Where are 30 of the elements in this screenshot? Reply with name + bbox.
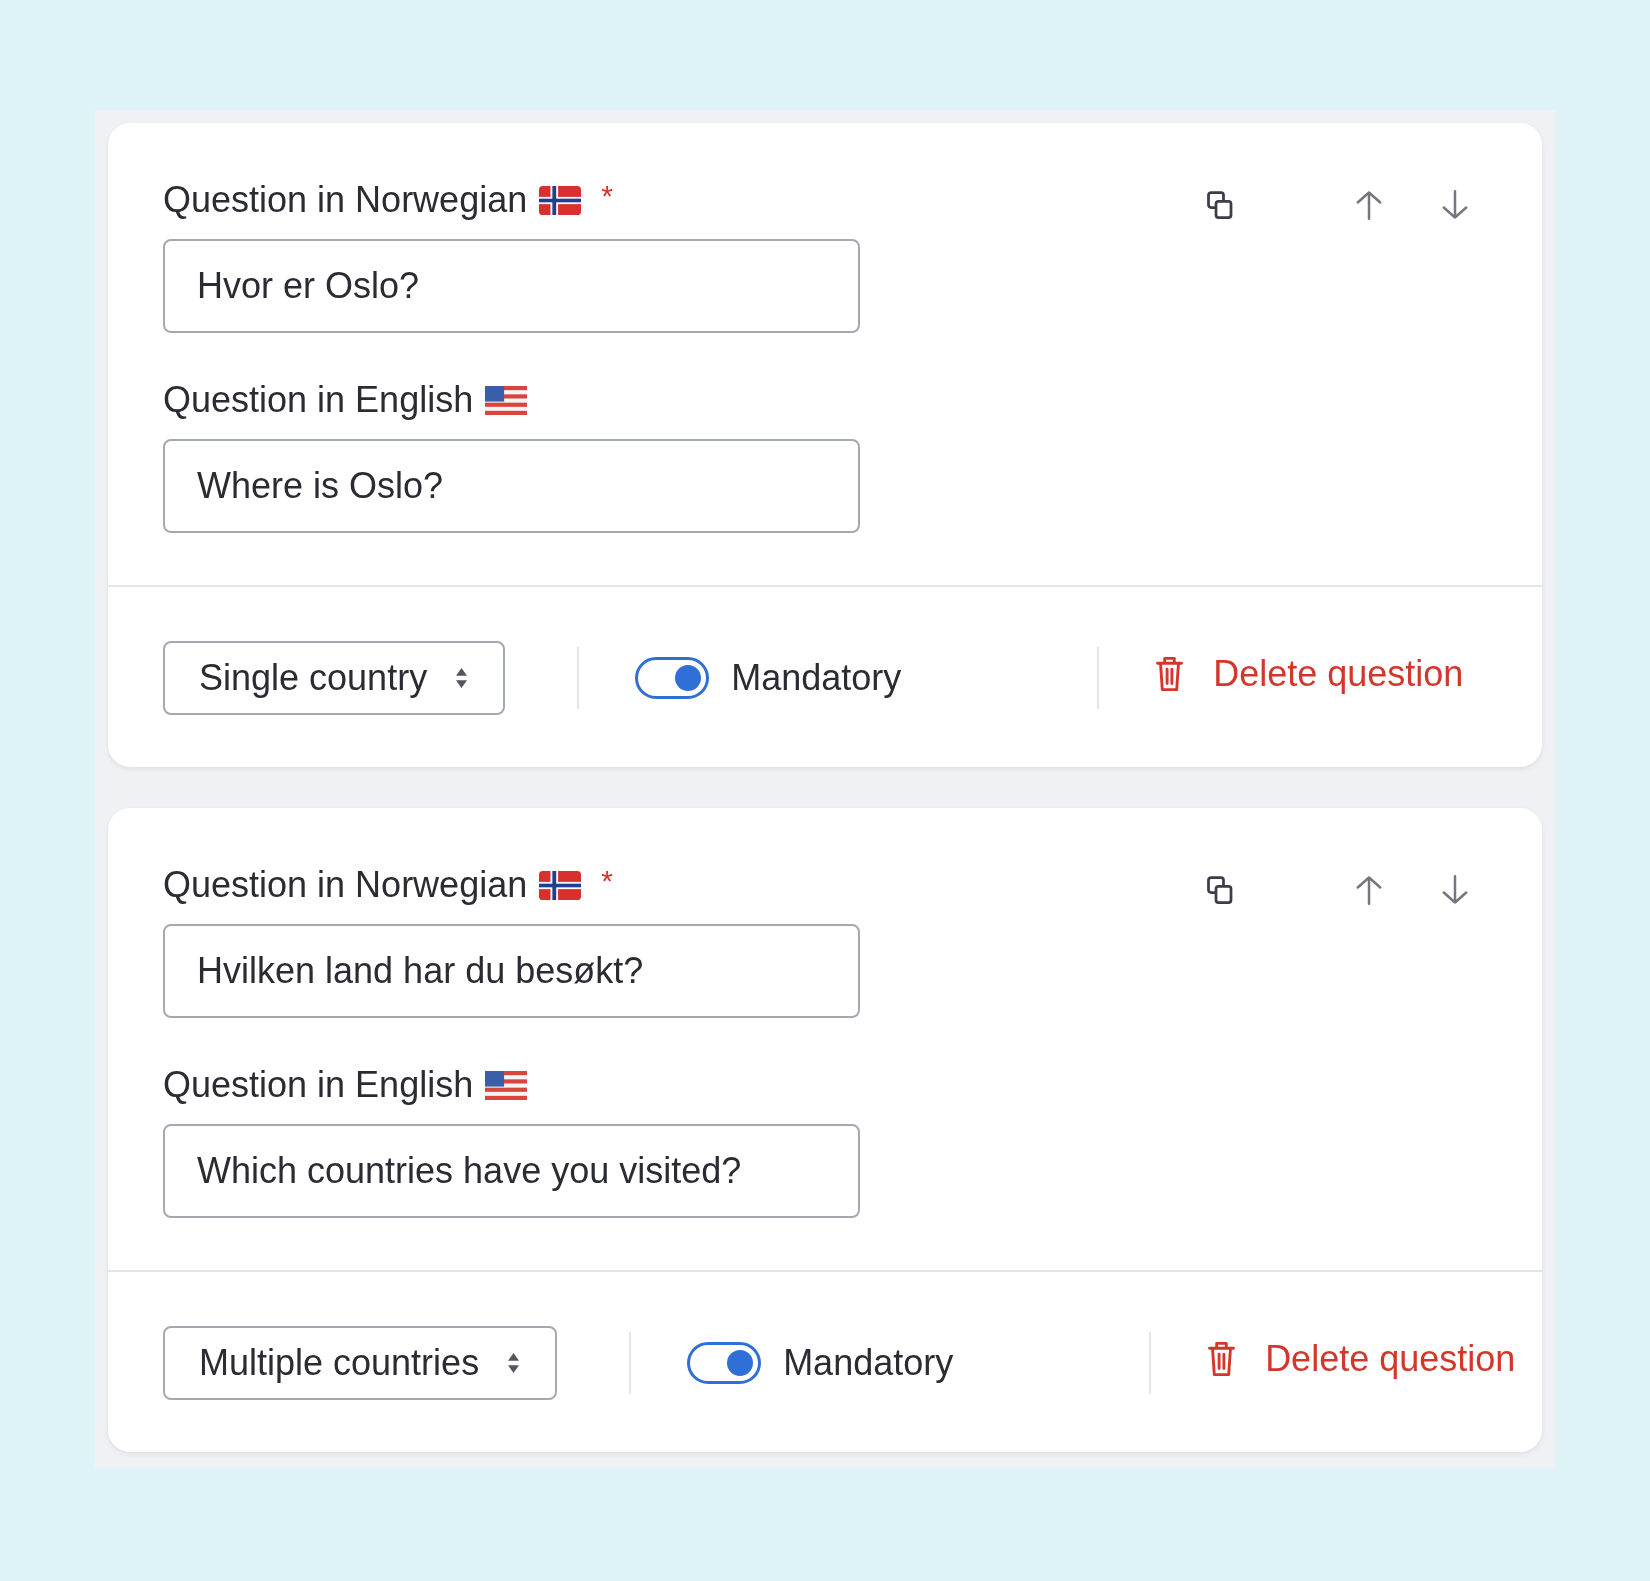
mandatory-toggle[interactable] bbox=[687, 1342, 762, 1384]
mandatory-toggle[interactable] bbox=[635, 657, 710, 699]
text-input[interactable]: Hvilken land har du besøkt? bbox=[163, 924, 860, 1018]
arrow-down-icon bbox=[1440, 873, 1470, 907]
field-label: Question in English bbox=[163, 379, 474, 421]
up-down-caret-icon bbox=[508, 1353, 520, 1373]
text-input[interactable]: Which countries have you visited? bbox=[163, 1124, 860, 1218]
required-mark: * bbox=[601, 864, 613, 898]
mandatory-label: Mandatory bbox=[731, 657, 902, 699]
delete-question-button[interactable]: Delete question bbox=[1207, 1338, 1516, 1380]
required-mark: * bbox=[601, 179, 613, 213]
delete-question-button[interactable]: Delete question bbox=[1155, 653, 1464, 695]
field-label: Question in Norwegian bbox=[163, 179, 528, 221]
text-input[interactable]: Hvor er Oslo? bbox=[163, 239, 860, 333]
norway-flag-icon bbox=[539, 870, 582, 900]
answer-type-select[interactable]: Single country bbox=[163, 641, 506, 715]
field-label: Question in Norwegian bbox=[163, 864, 528, 906]
trash-icon bbox=[1155, 656, 1185, 692]
text-input[interactable]: Where is Oslo? bbox=[163, 439, 860, 533]
up-down-caret-icon bbox=[456, 668, 468, 688]
arrow-up-icon bbox=[1354, 188, 1384, 222]
trash-icon bbox=[1207, 1341, 1237, 1377]
arrow-up-icon bbox=[1354, 873, 1384, 907]
mandatory-label: Mandatory bbox=[783, 1342, 954, 1384]
us-flag-icon bbox=[485, 1070, 528, 1100]
answer-type-select[interactable]: Multiple countries bbox=[163, 1326, 558, 1400]
field-label: Question in English bbox=[163, 1064, 474, 1106]
us-flag-icon bbox=[485, 385, 528, 415]
norway-flag-icon bbox=[539, 185, 582, 215]
arrow-down-icon bbox=[1440, 188, 1470, 222]
